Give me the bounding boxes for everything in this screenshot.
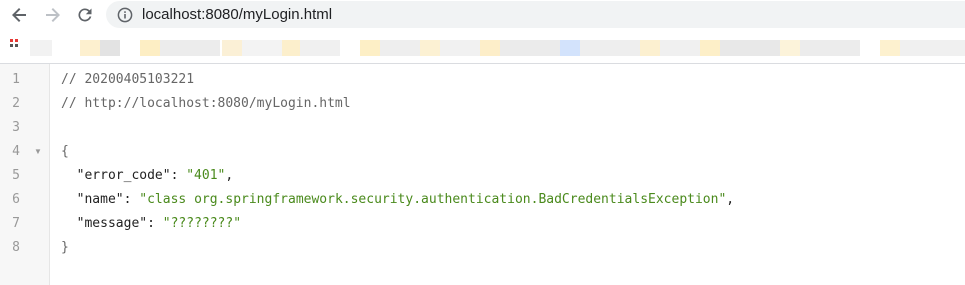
- json-comma: ,: [726, 192, 735, 207]
- open-brace: {: [61, 144, 69, 159]
- arrow-right-icon: [46, 8, 60, 22]
- json-colon: :: [123, 192, 140, 207]
- json-colon: :: [147, 216, 163, 231]
- code-line-5: "error_code": "401",: [61, 164, 234, 188]
- back-button[interactable]: [8, 3, 32, 27]
- json-key: "name": [76, 192, 124, 207]
- apps-icon[interactable]: [10, 39, 24, 53]
- bookmark-item[interactable]: [440, 40, 480, 56]
- code-line-7: "message": "????????": [61, 212, 241, 236]
- bookmark-item[interactable]: [720, 40, 780, 56]
- bookmark-item[interactable]: [880, 40, 900, 56]
- bookmark-item[interactable]: [360, 40, 380, 56]
- json-string-value: "401": [186, 168, 226, 183]
- comment-timestamp: // 20200405103221: [61, 72, 195, 87]
- close-brace: }: [61, 240, 69, 255]
- bookmark-item[interactable]: [30, 40, 52, 56]
- bookmark-item[interactable]: [640, 40, 660, 56]
- reload-icon: [78, 8, 92, 22]
- bookmark-item[interactable]: [580, 40, 640, 56]
- code-line-2: // http://localhost:8080/myLogin.html: [61, 92, 351, 116]
- bookmark-item[interactable]: [380, 40, 420, 56]
- json-key: "message": [76, 216, 148, 231]
- info-icon[interactable]: [117, 7, 133, 23]
- line-number: 5: [12, 168, 20, 183]
- bookmarks-bar: [0, 31, 965, 63]
- bookmark-item[interactable]: [80, 40, 100, 56]
- arrow-left-icon: [12, 8, 26, 22]
- fold-toggle[interactable]: ▼: [34, 140, 42, 164]
- bookmark-item[interactable]: [300, 40, 340, 56]
- bookmark-item[interactable]: [500, 40, 560, 56]
- bookmark-item[interactable]: [660, 40, 700, 56]
- bookmark-item[interactable]: [700, 40, 720, 56]
- code-line-8: }: [61, 236, 69, 260]
- json-key: "error_code": [76, 168, 171, 183]
- bookmark-item[interactable]: [780, 40, 800, 56]
- line-number-gutter: 1 2 3 4 ▼ 5 6 7 8: [0, 64, 50, 285]
- json-colon: :: [170, 168, 187, 183]
- line-number: 3: [12, 120, 20, 135]
- bookmark-item[interactable]: [480, 40, 500, 56]
- code-line-1: // 20200405103221: [61, 68, 194, 92]
- reload-button[interactable]: [73, 3, 97, 27]
- json-comma: ,: [225, 168, 234, 183]
- forward-button[interactable]: [40, 3, 64, 27]
- url-text: localhost:8080/myLogin.html: [142, 6, 333, 23]
- line-number: 4: [12, 144, 20, 159]
- code-line-4: {: [61, 140, 69, 164]
- bookmark-item[interactable]: [800, 40, 860, 56]
- bookmark-item[interactable]: [222, 40, 242, 56]
- bookmark-item[interactable]: [160, 40, 220, 56]
- bookmark-item[interactable]: [420, 40, 440, 56]
- code-line-6: "name": "class org.springframework.secur…: [61, 188, 734, 212]
- bookmark-item[interactable]: [140, 40, 160, 56]
- line-number: 7: [12, 216, 20, 231]
- bookmark-item[interactable]: [282, 40, 300, 56]
- bookmark-item[interactable]: [100, 40, 120, 56]
- json-string-value: "????????": [162, 216, 242, 231]
- line-number: 1: [12, 72, 20, 87]
- line-number: 8: [12, 240, 20, 255]
- browser-toolbar: localhost:8080/myLogin.html: [0, 0, 965, 30]
- line-number: 2: [12, 96, 20, 111]
- comment-url: // http://localhost:8080/myLogin.html: [61, 96, 351, 111]
- json-viewer: 1 2 3 4 ▼ 5 6 7 8 // 20200405103221 // h…: [0, 64, 965, 285]
- bookmark-item[interactable]: [900, 40, 965, 56]
- bookmark-item[interactable]: [560, 40, 580, 56]
- line-number: 6: [12, 192, 20, 207]
- address-bar[interactable]: localhost:8080/myLogin.html: [106, 1, 965, 28]
- json-string-value: "class org.springframework.security.auth…: [139, 192, 727, 207]
- bookmark-item[interactable]: [242, 40, 282, 56]
